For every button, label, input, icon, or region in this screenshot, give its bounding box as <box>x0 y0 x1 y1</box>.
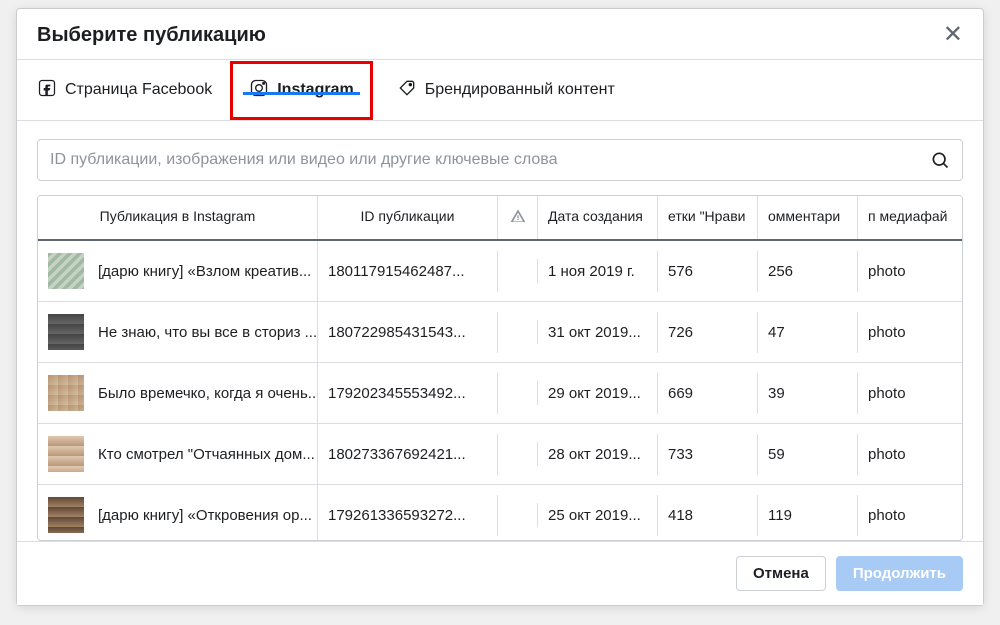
post-comments: 119 <box>758 495 858 536</box>
post-date: 1 ноя 2019 г. <box>538 251 658 292</box>
tag-icon <box>397 78 417 103</box>
post-title: Не знаю, что вы все в сториз ... <box>98 324 317 341</box>
post-id: 179202345553492... <box>318 373 498 414</box>
modal-title: Выберите публикацию <box>37 24 266 47</box>
post-media: photo <box>858 251 958 292</box>
continue-button[interactable]: Продолжить <box>836 556 963 591</box>
post-thumbnail <box>48 375 84 411</box>
post-thumbnail <box>48 436 84 472</box>
modal-footer: Отмена Продолжить <box>17 541 983 605</box>
table-row[interactable]: Не знаю, что вы все в сториз ... 1807229… <box>38 301 962 362</box>
post-warning <box>498 259 538 283</box>
post-date: 29 окт 2019... <box>538 373 658 414</box>
table-row[interactable]: [дарю книгу] «Взлом креатив... 180117915… <box>38 241 962 301</box>
post-title: Кто смотрел "Отчаянных дом... <box>98 446 315 463</box>
tab-facebook[interactable]: Страница Facebook <box>37 60 212 120</box>
th-likes[interactable]: етки "Нрави <box>658 196 758 239</box>
tabs: Страница Facebook Instagram Брендированн… <box>17 60 983 120</box>
post-likes: 733 <box>658 434 758 475</box>
post-media: photo <box>858 373 958 414</box>
post-thumbnail <box>48 253 84 289</box>
tab-instagram[interactable]: Instagram <box>249 78 353 103</box>
post-title: [дарю книгу] «Взлом креатив... <box>98 263 311 280</box>
post-id: 180722985431543... <box>318 312 498 353</box>
tab-label: Брендированный контент <box>425 81 615 99</box>
post-likes: 669 <box>658 373 758 414</box>
th-media[interactable]: п медиафай <box>858 196 958 239</box>
post-id: 180273367692421... <box>318 434 498 475</box>
post-media: photo <box>858 495 958 536</box>
post-title: [дарю книгу] «Откровения ор... <box>98 507 312 524</box>
post-comments: 47 <box>758 312 858 353</box>
modal-header: Выберите публикацию ✕ <box>17 9 983 59</box>
tab-highlight-box: Instagram <box>230 61 372 120</box>
content-area: Публикация в Instagram ID публикации Дат… <box>17 121 983 541</box>
instagram-icon <box>249 78 269 103</box>
table-head: Публикация в Instagram ID публикации Дат… <box>38 196 962 241</box>
th-post[interactable]: Публикация в Instagram <box>38 196 318 239</box>
th-id[interactable]: ID публикации <box>318 196 498 239</box>
post-likes: 576 <box>658 251 758 292</box>
post-id: 180117915462487... <box>318 251 498 292</box>
post-comments: 59 <box>758 434 858 475</box>
close-icon[interactable]: ✕ <box>943 23 963 47</box>
th-comments[interactable]: омментари <box>758 196 858 239</box>
warning-icon <box>510 211 526 227</box>
th-warning[interactable] <box>498 196 538 239</box>
post-media: photo <box>858 434 958 475</box>
post-date: 25 окт 2019... <box>538 495 658 536</box>
tab-label: Страница Facebook <box>65 81 212 99</box>
post-warning <box>498 381 538 405</box>
post-title: Было времечко, когда я очень... <box>98 385 318 402</box>
select-post-modal: Выберите публикацию ✕ Страница Facebook … <box>16 8 984 606</box>
cancel-button[interactable]: Отмена <box>736 556 826 591</box>
search-input[interactable] <box>50 151 930 169</box>
table-row[interactable]: [дарю книгу] «Откровения ор... 179261336… <box>38 484 962 540</box>
post-id: 179261336593272... <box>318 495 498 536</box>
post-warning <box>498 503 538 527</box>
table-body[interactable]: [дарю книгу] «Взлом креатив... 180117915… <box>38 241 962 540</box>
post-warning <box>498 320 538 344</box>
th-date[interactable]: Дата создания <box>538 196 658 239</box>
post-comments: 256 <box>758 251 858 292</box>
tab-branded[interactable]: Брендированный контент <box>397 60 615 120</box>
tab-label: Instagram <box>277 81 353 99</box>
search-wrap <box>37 139 963 181</box>
post-warning <box>498 442 538 466</box>
table-row[interactable]: Кто смотрел "Отчаянных дом... 1802733676… <box>38 423 962 484</box>
post-date: 28 окт 2019... <box>538 434 658 475</box>
search-icon[interactable] <box>930 150 950 170</box>
table-row[interactable]: Было времечко, когда я очень... 17920234… <box>38 362 962 423</box>
post-likes: 418 <box>658 495 758 536</box>
post-thumbnail <box>48 497 84 533</box>
post-likes: 726 <box>658 312 758 353</box>
post-date: 31 окт 2019... <box>538 312 658 353</box>
post-comments: 39 <box>758 373 858 414</box>
facebook-icon <box>37 78 57 103</box>
post-media: photo <box>858 312 958 353</box>
post-thumbnail <box>48 314 84 350</box>
posts-table: Публикация в Instagram ID публикации Дат… <box>37 195 963 541</box>
